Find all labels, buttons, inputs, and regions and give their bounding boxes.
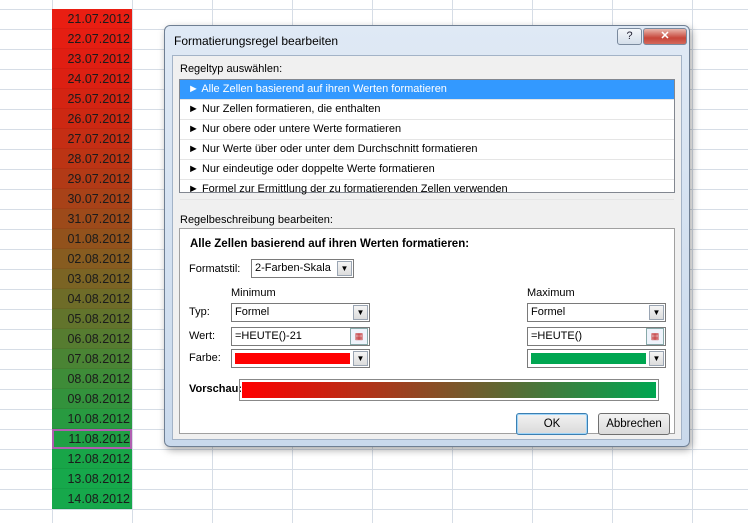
format-style-value: 2-Farben-Skala xyxy=(255,262,331,274)
min-color-picker[interactable]: ▼ xyxy=(231,349,370,368)
color-label: Farbe: xyxy=(189,352,221,364)
rule-type-item[interactable]: ► Nur obere oder untere Werte formatiere… xyxy=(180,120,674,140)
maximum-heading: Maximum xyxy=(527,287,575,299)
date-cell[interactable]: 05.08.2012 xyxy=(52,309,132,329)
max-type-value: Formel xyxy=(531,306,566,318)
description-heading: Alle Zellen basierend auf ihren Werten f… xyxy=(190,238,470,250)
rule-type-label: Regeltyp auswählen: xyxy=(180,63,283,75)
date-cell[interactable]: 21.07.2012 xyxy=(52,9,132,29)
preview-label: Vorschau: xyxy=(189,383,242,395)
ok-button[interactable]: OK xyxy=(516,413,588,435)
rule-type-item[interactable]: ► Nur Zellen formatieren, die enthalten xyxy=(180,100,674,120)
dialog-titlebar[interactable]: Formatierungsregel bearbeiten ? ✕ xyxy=(165,26,689,54)
date-cell[interactable]: 06.08.2012 xyxy=(52,329,132,349)
date-cell[interactable]: 09.08.2012 xyxy=(52,389,132,409)
chevron-down-icon[interactable]: ▼ xyxy=(353,305,368,320)
rule-type-item[interactable]: ► Formel zur Ermittlung der zu formatier… xyxy=(180,180,674,200)
date-cell[interactable]: 13.08.2012 xyxy=(52,469,132,489)
max-color-picker[interactable]: ▼ xyxy=(527,349,666,368)
date-cell[interactable]: 31.07.2012 xyxy=(52,209,132,229)
minimum-heading: Minimum xyxy=(231,287,276,299)
preview-gradient xyxy=(242,382,656,398)
date-cell[interactable]: 24.07.2012 xyxy=(52,69,132,89)
max-color-swatch xyxy=(531,353,646,364)
date-cell[interactable]: 03.08.2012 xyxy=(52,269,132,289)
date-cell[interactable]: 14.08.2012 xyxy=(52,489,132,509)
date-cell[interactable]: 08.08.2012 xyxy=(52,369,132,389)
rule-description-label: Regelbeschreibung bearbeiten: xyxy=(180,214,333,226)
max-value-text: =HEUTE() xyxy=(531,330,583,342)
date-cell[interactable]: 26.07.2012 xyxy=(52,109,132,129)
value-label: Wert: xyxy=(189,330,216,342)
rule-type-item[interactable]: ► Nur eindeutige oder doppelte Werte for… xyxy=(180,160,674,180)
dialog-body: Regeltyp auswählen: ► Alle Zellen basier… xyxy=(172,55,682,440)
color-scale-preview xyxy=(239,379,659,401)
min-value-input[interactable]: =HEUTE()-21 ▦ xyxy=(231,327,370,346)
min-type-select[interactable]: Formel ▼ xyxy=(231,303,370,322)
date-cell[interactable]: 11.08.2012 xyxy=(52,429,132,449)
range-picker-icon[interactable]: ▦ xyxy=(646,328,664,345)
date-cell[interactable]: 28.07.2012 xyxy=(52,149,132,169)
chevron-down-icon[interactable]: ▼ xyxy=(649,351,664,366)
rule-type-item[interactable]: ► Alle Zellen basierend auf ihren Werten… xyxy=(180,80,674,100)
format-style-label: Formatstil: xyxy=(189,263,241,275)
help-button[interactable]: ? xyxy=(617,28,642,45)
date-cell[interactable]: 12.08.2012 xyxy=(52,449,132,469)
rule-type-list[interactable]: ► Alle Zellen basierend auf ihren Werten… xyxy=(179,79,675,200)
type-label: Typ: xyxy=(189,306,210,318)
min-color-swatch xyxy=(235,353,350,364)
dialog-title: Formatierungsregel bearbeiten xyxy=(174,34,339,48)
range-picker-icon[interactable]: ▦ xyxy=(350,328,368,345)
date-cell[interactable]: 07.08.2012 xyxy=(52,349,132,369)
date-cell[interactable]: 30.07.2012 xyxy=(52,189,132,209)
chevron-down-icon[interactable]: ▼ xyxy=(353,351,368,366)
min-value-text: =HEUTE()-21 xyxy=(235,330,302,342)
date-cell[interactable]: 27.07.2012 xyxy=(52,129,132,149)
date-cell[interactable]: 02.08.2012 xyxy=(52,249,132,269)
edit-formatting-rule-dialog: Formatierungsregel bearbeiten ? ✕ Regelt… xyxy=(164,25,690,447)
date-column: 21.07.2012 22.07.2012 23.07.2012 24.07.2012… xyxy=(52,9,132,509)
max-type-select[interactable]: Formel ▼ xyxy=(527,303,666,322)
chevron-down-icon[interactable]: ▼ xyxy=(649,305,664,320)
date-cell[interactable]: 01.08.2012 xyxy=(52,229,132,249)
min-type-value: Formel xyxy=(235,306,270,318)
date-cell[interactable]: 22.07.2012 xyxy=(52,29,132,49)
format-style-select[interactable]: 2-Farben-Skala ▼ xyxy=(251,259,354,278)
chevron-down-icon[interactable]: ▼ xyxy=(337,261,352,276)
date-cell[interactable]: 04.08.2012 xyxy=(52,289,132,309)
close-button[interactable]: ✕ xyxy=(643,28,687,45)
date-cell[interactable]: 25.07.2012 xyxy=(52,89,132,109)
date-cell[interactable]: 29.07.2012 xyxy=(52,169,132,189)
date-cell[interactable]: 23.07.2012 xyxy=(52,49,132,69)
rule-description-panel: Alle Zellen basierend auf ihren Werten f… xyxy=(179,228,675,434)
rule-type-item[interactable]: ► Nur Werte über oder unter dem Durchsch… xyxy=(180,140,674,160)
cancel-button[interactable]: Abbrechen xyxy=(598,413,670,435)
max-value-input[interactable]: =HEUTE() ▦ xyxy=(527,327,666,346)
date-cell[interactable]: 10.08.2012 xyxy=(52,409,132,429)
